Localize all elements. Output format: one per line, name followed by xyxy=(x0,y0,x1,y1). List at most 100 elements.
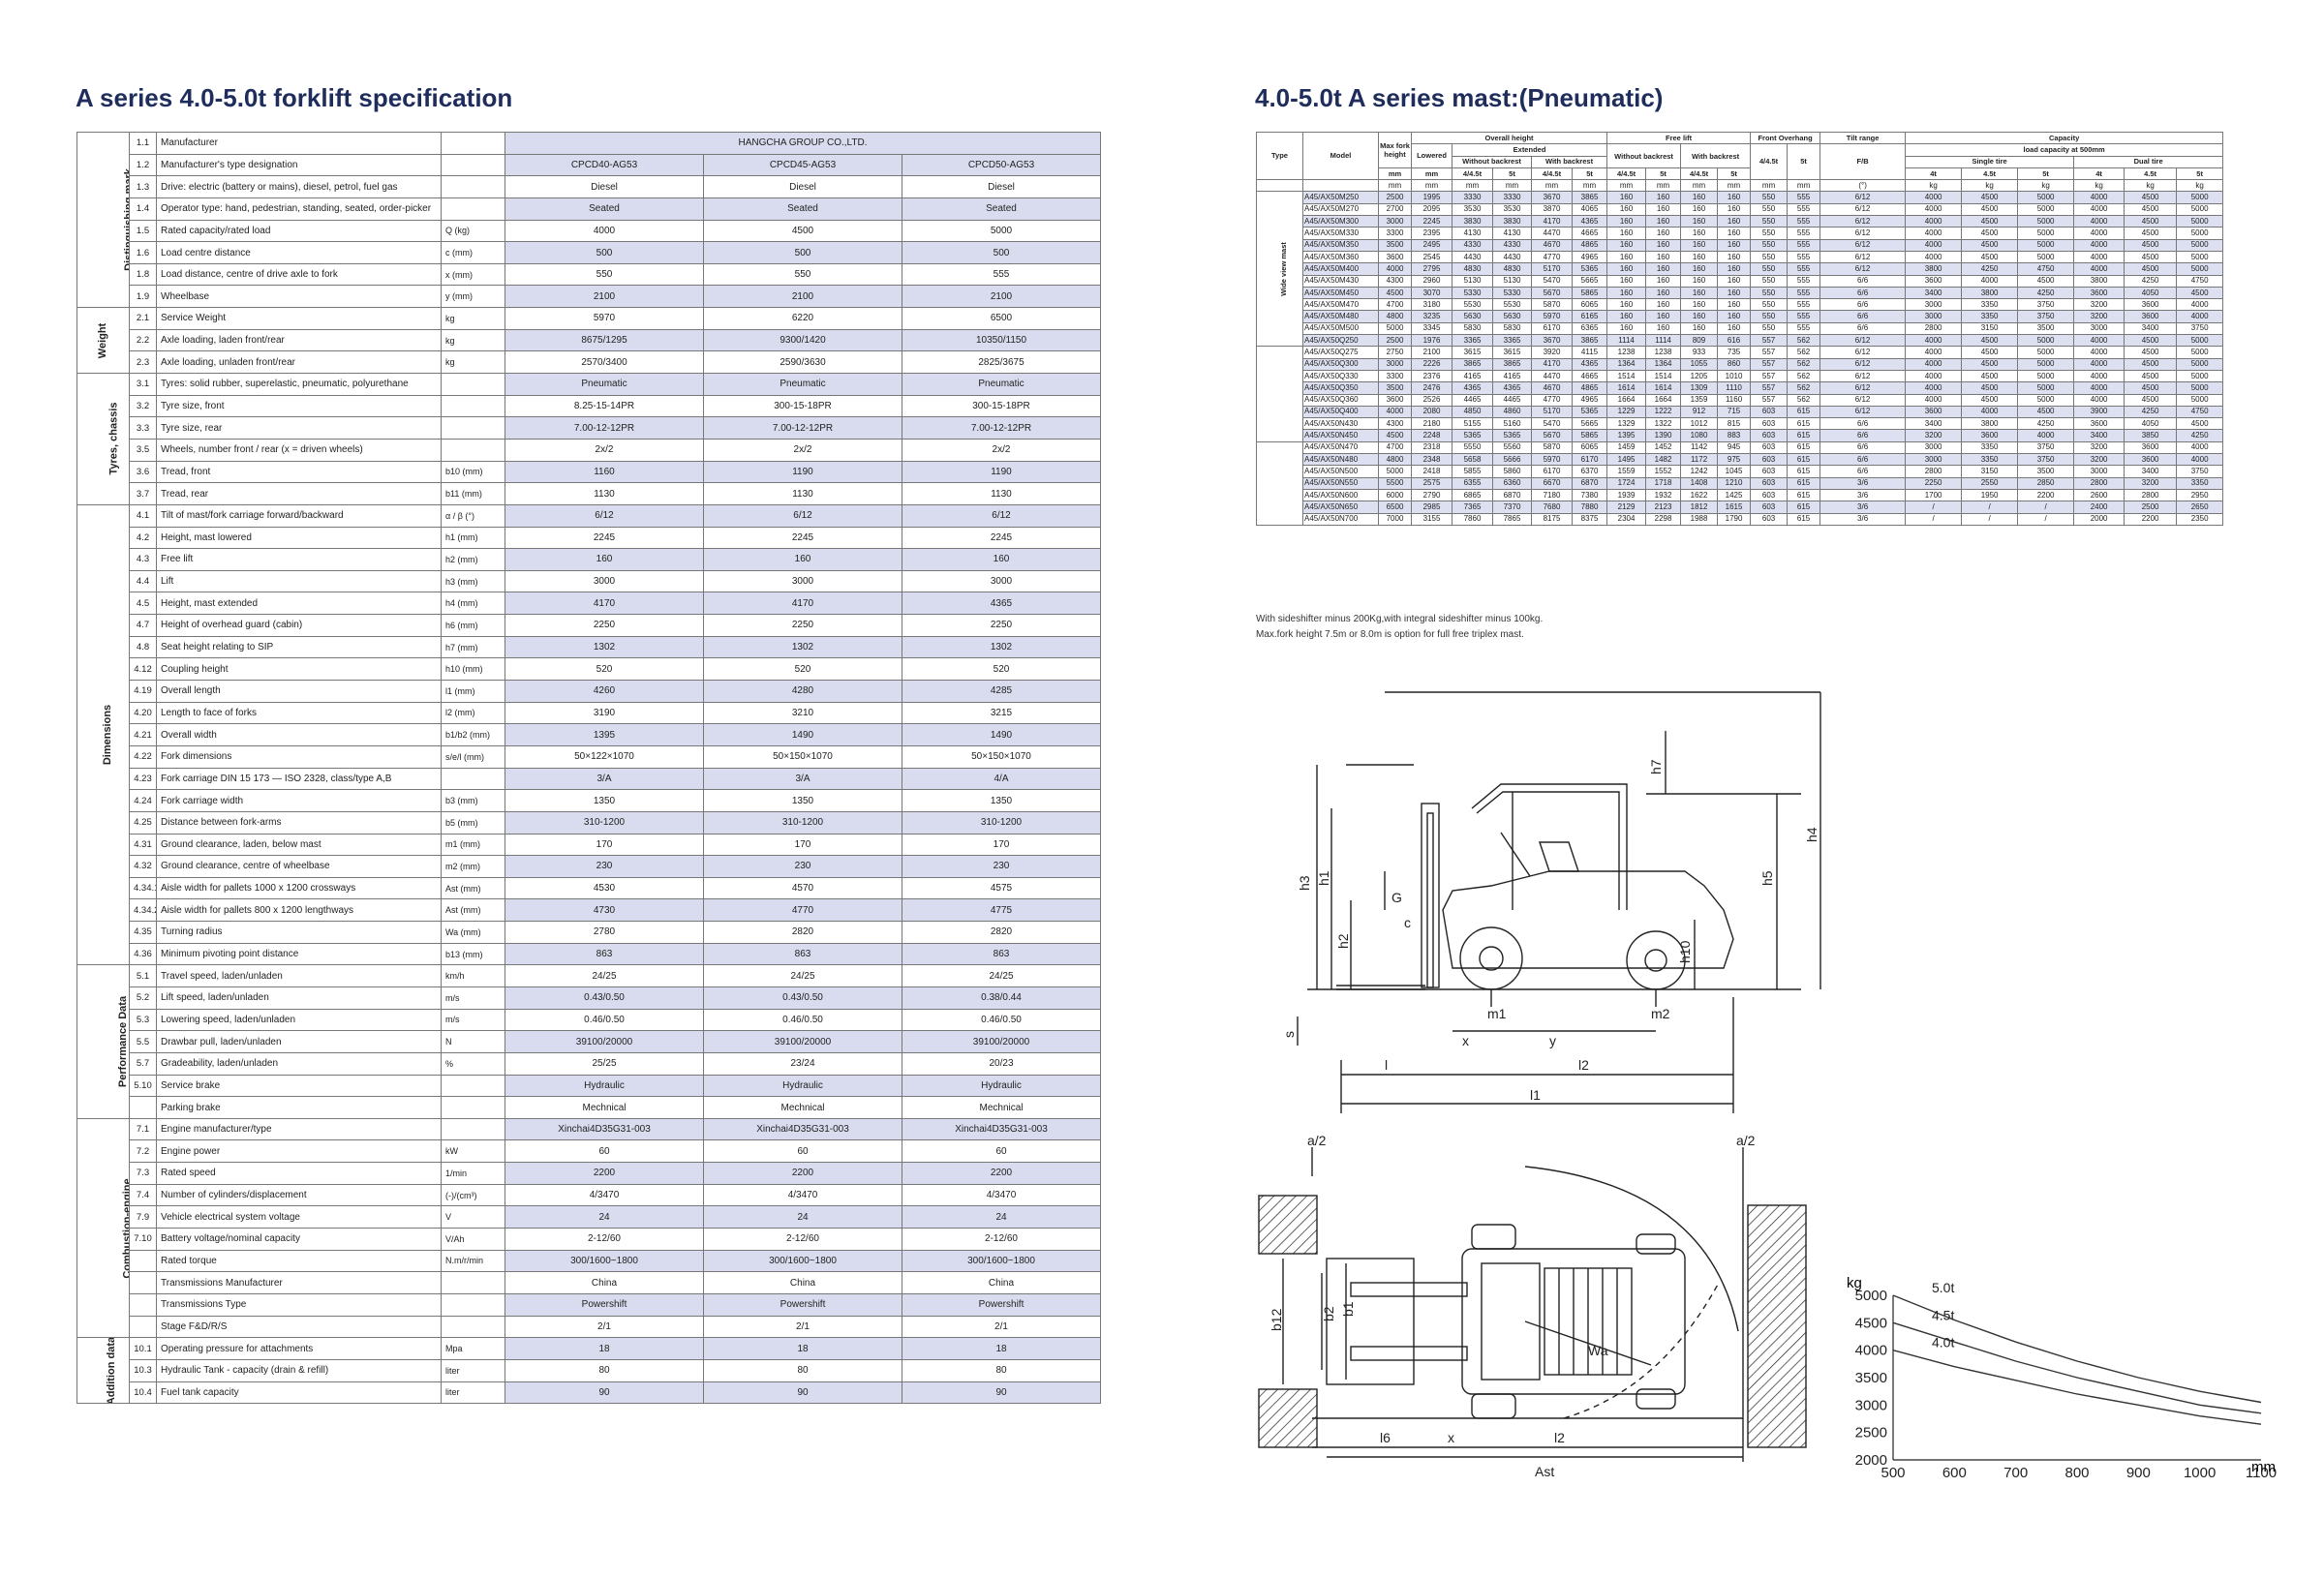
mast-value-cell: 4500 xyxy=(1961,369,2019,383)
mast-value-cell: 5155 xyxy=(1452,417,1493,431)
spec-row: 4.19 Overall length l1 (mm) 4260 4280 4285 xyxy=(77,680,1101,703)
mast-row: A45/AX50N650 6500 2985 7365 7370 7680 7880 2129… xyxy=(1257,501,2224,514)
mast-value-cell: 4000 xyxy=(2073,346,2125,359)
spec-row: 7.2 Engine power kW 60 60 60 xyxy=(77,1139,1101,1164)
spec-row-description: Drive: electric (battery or mains), dies… xyxy=(156,175,442,198)
spec-row-description: Transmissions Manufacturer xyxy=(156,1271,442,1294)
note-line: Max.fork height 7.5m or 8.0m is option f… xyxy=(1256,629,1524,640)
spec-row-description: Drawbar pull, laden/unladen xyxy=(156,1030,442,1053)
mast-section-label: Wide view full free duplex mast xyxy=(1256,346,1303,442)
spec-row-number: 2.2 xyxy=(129,328,157,352)
spec-group-text: Dimensions xyxy=(102,704,114,766)
mast-value-cell: 160 xyxy=(1606,321,1647,336)
spec-value-cell: 90 xyxy=(505,1381,704,1405)
spec-row-unit: Wa (mm) xyxy=(441,921,505,944)
spec-row-number: 4.20 xyxy=(129,701,157,725)
mast-value-cell: 3200 xyxy=(2073,453,2125,467)
spec-row: 4.35 Turning radius Wa (mm) 2780 2820 2820 xyxy=(77,921,1101,944)
spec-group-text: Tyres, chassis xyxy=(107,402,120,475)
spec-row-unit: m/s xyxy=(441,1008,505,1032)
mast-value-cell: 2800 xyxy=(2124,488,2178,502)
mast-value-cell: 1205 xyxy=(1680,369,1719,383)
mast-value-cell: 6/12 xyxy=(1819,357,1907,371)
mast-table-container: Type Model Max fork height Overall heigh… xyxy=(1256,131,2224,526)
mast-unit-cell: mm xyxy=(1571,179,1608,193)
mast-value-cell: 4830 xyxy=(1452,262,1493,276)
spec-value-cell: 0.46/0.50 xyxy=(902,1008,1101,1032)
spec-value-cell: 1490 xyxy=(902,723,1101,746)
spec-value-cell: 3000 xyxy=(902,569,1101,593)
mast-value-cell: 2495 xyxy=(1411,238,1452,252)
mast-value-cell: 7860 xyxy=(1452,512,1493,526)
spec-value-cell: 23/24 xyxy=(703,1051,902,1076)
mast-value-cell: 3500 xyxy=(1378,381,1412,395)
mast-value-cell: 4750 xyxy=(2176,405,2224,419)
mast-value-cell: 2245 xyxy=(1411,215,1452,228)
spec-value-cell: Mechnical xyxy=(505,1096,704,1119)
mast-value-cell: 2800 xyxy=(2073,476,2125,490)
mast-value-cell: 3150 xyxy=(1961,465,2019,478)
spec-row-description: Fuel tank capacity xyxy=(156,1381,442,1405)
mast-value-cell: 160 xyxy=(1717,202,1752,217)
mast-section-label: Wide view full free triplex mast xyxy=(1256,440,1303,526)
spec-row: 3.3 Tyre size, rear 7.00-12-12PR 7.00-12-12… xyxy=(77,416,1101,440)
mast-value-cell: 160 xyxy=(1680,215,1719,228)
spec-row-unit xyxy=(441,153,505,177)
mast-unit-cell: kg xyxy=(1905,179,1963,193)
mast-value-cell: 1559 xyxy=(1606,465,1647,478)
spec-row-number xyxy=(129,1315,157,1339)
mast-value-cell: 3070 xyxy=(1411,286,1452,300)
mast-value-cell: 1664 xyxy=(1606,393,1647,407)
mast-value-cell: 1222 xyxy=(1645,405,1682,419)
mast-value-cell: 603 xyxy=(1750,405,1789,419)
spec-row-number: 4.7 xyxy=(129,614,157,637)
spec-value-cell: Hydraulic xyxy=(703,1074,902,1098)
spec-group-label: Dimensions xyxy=(76,503,130,966)
mast-value-cell: 7680 xyxy=(1531,501,1573,514)
mast-value-cell: 5000 xyxy=(2176,346,2224,359)
mast-value-cell: 1055 xyxy=(1680,357,1719,371)
mast-value-cell: 4000 xyxy=(2017,429,2075,442)
spec-value-cell: 300/1600~1800 xyxy=(505,1249,704,1273)
mast-value-cell: 160 xyxy=(1680,321,1719,336)
mast-subheader: 5t xyxy=(1571,167,1608,181)
spec-value-cell: 4575 xyxy=(902,876,1101,900)
spec-row: 4.34.2Aisle width for pallets 800 x 1200… xyxy=(77,898,1101,923)
mast-header-type: Type xyxy=(1256,131,1303,181)
spec-row: 5.7 Gradeability, laden/unladen% 25/25 23/2… xyxy=(77,1051,1101,1076)
mast-value-cell: 7365 xyxy=(1452,501,1493,514)
mast-value-cell: 6365 xyxy=(1571,321,1608,336)
mast-subheader: 4/4.5t xyxy=(1606,167,1647,181)
spec-row-number: 4.22 xyxy=(129,744,157,769)
spec-row-description: Gradeability, laden/unladen xyxy=(156,1051,442,1076)
spec-row-description: Rated speed xyxy=(156,1162,442,1185)
spec-row-unit: km/h xyxy=(441,964,505,987)
mast-value-cell: 3365 xyxy=(1452,334,1493,348)
spec-row: Distinguishing mark 1.1 Manufacturer HANGCH… xyxy=(76,131,1101,309)
spec-row-unit: s/e/l (mm) xyxy=(441,744,505,769)
spec-value-cell: 2100 xyxy=(505,285,704,309)
mast-value-cell: 3800 xyxy=(1961,417,2019,431)
mast-value-cell: 4330 xyxy=(1492,238,1532,252)
mast-value-cell: 4000 xyxy=(2073,215,2125,228)
mast-value-cell: 5865 xyxy=(1571,429,1608,442)
spec-value-cell: 300-15-18PR xyxy=(902,394,1101,418)
spec-row-unit: b11 (mm) xyxy=(441,482,505,505)
spec-value-cell: 300/1600~1800 xyxy=(703,1249,902,1273)
mast-value-cell: 5170 xyxy=(1531,405,1573,419)
spec-row-description: Hydraulic Tank - capacity (drain & refil… xyxy=(156,1358,442,1382)
mast-value-cell: 4470 xyxy=(1531,369,1573,383)
mast-value-cell: 2000 xyxy=(2073,512,2125,526)
mast-value-cell: 5970 xyxy=(1531,310,1573,323)
mast-value-cell: 4500 xyxy=(1961,250,2019,264)
spec-row: 5.2 Lift speed, laden/unladen m/s 0.43/0.50… xyxy=(77,986,1101,1010)
mast-value-cell: 3000 xyxy=(1905,453,1963,467)
spec-value-cell: 2590/3630 xyxy=(703,350,902,375)
mast-value-cell: 4500 xyxy=(1961,191,2019,204)
mast-value-cell: 555 xyxy=(1787,215,1821,228)
mast-row: A45/AX50M400 4000 2795 4830 4830 5170 5365 160 1… xyxy=(1257,262,2224,276)
mast-value-cell: 2550 xyxy=(1961,476,2019,490)
mast-value-cell: 4670 xyxy=(1531,238,1573,252)
mast-unit-cell: kg xyxy=(1961,179,2019,193)
spec-row-number: 5.3 xyxy=(129,1008,157,1032)
